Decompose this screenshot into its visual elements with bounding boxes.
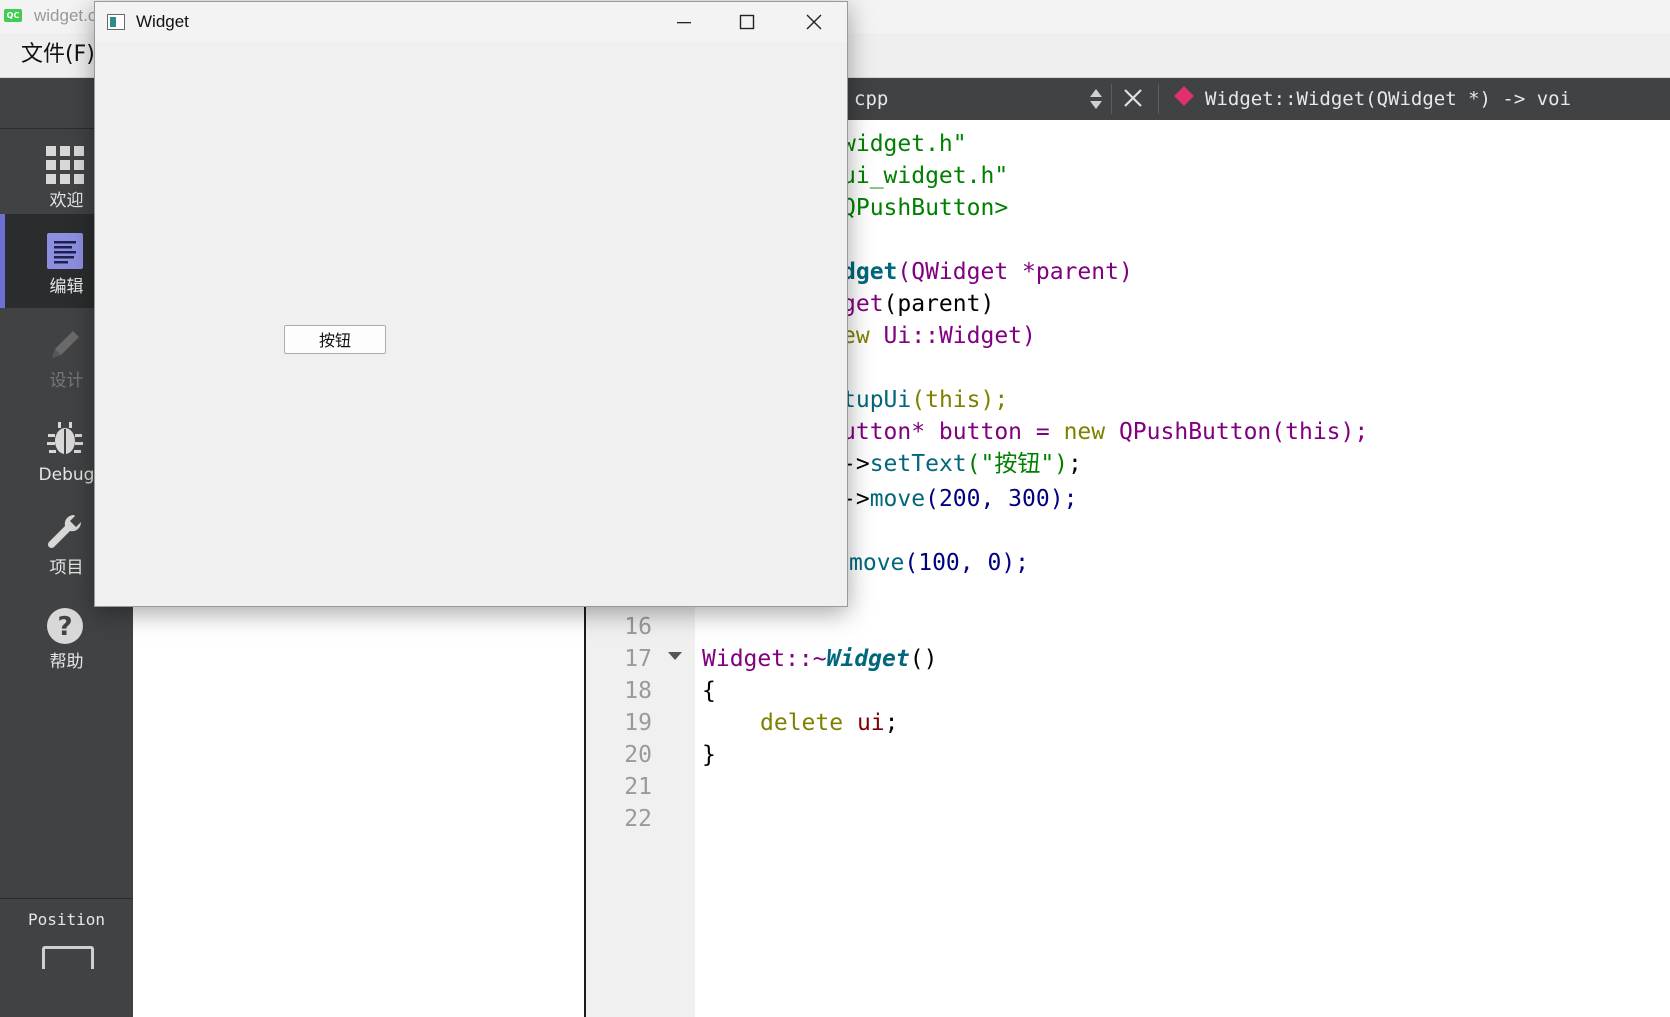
code-text: (this); <box>911 387 1009 413</box>
line-number: 22 <box>624 806 652 832</box>
close-icon[interactable] <box>781 2 845 42</box>
code-text: } <box>702 742 716 768</box>
code-function: move <box>869 486 926 512</box>
code-keyword: new <box>1063 419 1106 445</box>
minimize-icon[interactable] <box>651 2 715 42</box>
symbol-method-icon <box>1174 86 1194 106</box>
code-line: } <box>702 739 716 771</box>
code-line: widget.h" <box>842 128 967 160</box>
code-line: utton* button = new QPushButton(this); <box>842 416 1368 448</box>
code-function: get <box>842 291 884 317</box>
code-type: Widget::~ <box>702 646 827 672</box>
symbol-selector[interactable]: Widget::Widget(QWidget *) -> voi <box>1205 86 1571 112</box>
fold-arrow-icon[interactable] <box>668 652 682 660</box>
code-line: get(parent) <box>842 288 994 320</box>
position-label: Position <box>27 910 106 929</box>
code-line: tupUi(this); <box>842 384 1008 416</box>
code-line: QPushButton> <box>842 192 1008 224</box>
code-text: () <box>909 646 938 672</box>
code-string: QPushButton> <box>842 195 1009 221</box>
code-text: (QWidget *parent) <box>897 259 1133 285</box>
code-function: setText <box>869 451 967 477</box>
widget-window: Widget 按钮 <box>94 1 848 607</box>
code-line: ->setText("按钮"); <box>842 448 1082 480</box>
widget-app-icon <box>107 14 125 30</box>
main-window-title: widget.c <box>34 6 97 25</box>
code-text: ; <box>1068 451 1082 477</box>
position-panel-icon[interactable] <box>42 946 94 969</box>
widget-window-title: Widget <box>136 12 189 31</box>
qt-creator-logo-icon: QC <box>4 9 22 22</box>
mode-help-label: 帮助 <box>49 652 84 672</box>
help-question-icon: ? <box>47 608 83 644</box>
line-number: 19 <box>624 710 652 736</box>
code-text: Ui::Widget) <box>869 323 1036 349</box>
close-document-icon[interactable] <box>1122 86 1144 110</box>
code-line: ui_widget.h" <box>842 160 1008 192</box>
toolbar-separator <box>1111 84 1112 114</box>
svg-text:?: ? <box>57 612 72 642</box>
widget-window-titlebar[interactable]: Widget <box>95 2 847 42</box>
code-string: ("按钮") <box>966 451 1069 477</box>
code-string: ui_widget.h" <box>842 163 1009 189</box>
push-button[interactable]: 按钮 <box>284 325 386 354</box>
code-member: ui <box>843 710 885 736</box>
code-string: widget.h" <box>842 131 967 157</box>
code-text: (parent) <box>883 291 995 317</box>
toolbar-separator <box>1158 84 1159 114</box>
code-text: QPushButton(this); <box>1105 419 1369 445</box>
code-line: { <box>702 675 716 707</box>
code-text: ; <box>884 710 899 736</box>
code-function: dget <box>842 259 898 285</box>
project-wrench-icon <box>47 514 82 549</box>
code-line: ->move(200, 300); <box>842 483 1077 515</box>
code-line: delete ui; <box>760 707 899 739</box>
code-line: Widget::~Widget() <box>702 643 937 675</box>
open-file-selector[interactable]: cpp <box>854 86 888 112</box>
code-line: move(100, 0); <box>849 547 1029 579</box>
code-number: (200, 300); <box>925 486 1078 512</box>
line-number: 16 <box>624 614 652 640</box>
code-function: tupUi <box>842 387 912 413</box>
maximize-icon[interactable] <box>715 2 779 42</box>
code-keyword: delete <box>760 710 844 736</box>
code-number: (100, 0); <box>904 550 1030 576</box>
code-function: move <box>849 550 905 576</box>
menu-file[interactable]: 文件(F) <box>21 41 95 69</box>
code-line: ew Ui::Widget) <box>842 320 1036 352</box>
mode-bar-divider <box>0 898 133 899</box>
debug-bug-icon <box>47 422 83 454</box>
code-function: Widget <box>826 646 910 672</box>
line-number: 20 <box>624 742 652 768</box>
code-text: utton* button = <box>842 419 1064 445</box>
code-line: dget(QWidget *parent) <box>842 256 1133 288</box>
line-number: 17 <box>624 646 652 672</box>
line-number: 18 <box>624 678 652 704</box>
welcome-grid-icon <box>46 146 84 184</box>
edit-document-icon <box>47 233 83 269</box>
file-switch-arrows-icon[interactable] <box>1088 87 1104 111</box>
design-pencil-icon <box>52 331 79 358</box>
line-number: 21 <box>624 774 652 800</box>
code-text: { <box>702 678 716 704</box>
